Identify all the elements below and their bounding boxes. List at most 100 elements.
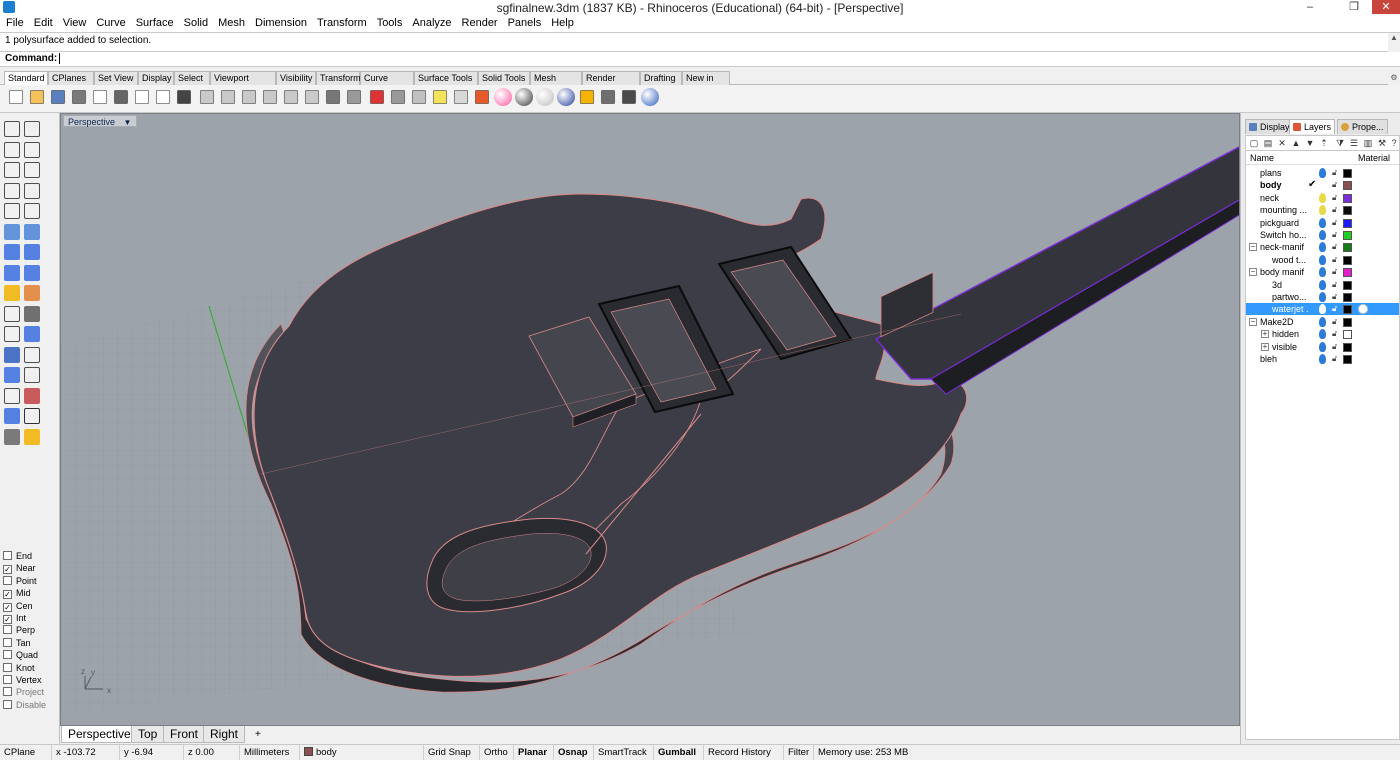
layer-name[interactable]: 3d — [1272, 279, 1308, 291]
visibility-bulb-icon[interactable] — [1319, 316, 1326, 327]
cut-icon[interactable] — [113, 89, 129, 105]
viewport-tab-front[interactable]: Front — [163, 726, 206, 743]
menu-transform[interactable]: Transform — [311, 16, 371, 29]
array-icon[interactable] — [4, 387, 20, 404]
layer-row[interactable]: waterjet ... 🔓︎ — [1246, 303, 1399, 316]
zoom-selected-icon[interactable] — [304, 89, 320, 105]
help-icon[interactable]: ? — [1389, 138, 1399, 148]
visibility-bulb-icon[interactable] — [1319, 254, 1326, 265]
text-icon[interactable] — [4, 346, 20, 363]
tools-icon[interactable]: ⚒ — [1377, 138, 1387, 148]
menu-solid[interactable]: Solid — [178, 16, 212, 29]
minimize-button[interactable]: – — [1296, 0, 1324, 14]
osnap-tan[interactable]: Tan — [3, 637, 31, 650]
collapse-icon[interactable]: − — [1249, 268, 1257, 277]
select-icon[interactable] — [390, 89, 406, 105]
menu-surface[interactable]: Surface — [130, 16, 178, 29]
osnap-checkbox[interactable] — [3, 687, 12, 697]
panel-tab-layers[interactable]: Layers — [1289, 119, 1336, 134]
new-file-icon[interactable] — [8, 89, 24, 105]
import-icon[interactable] — [92, 89, 108, 105]
layer-color-swatch[interactable] — [1343, 342, 1352, 352]
visibility-bulb-icon[interactable] — [1319, 279, 1326, 290]
layer-name[interactable]: wood t... — [1272, 254, 1308, 266]
block-icon[interactable] — [4, 408, 20, 424]
visibility-bulb-icon[interactable] — [1319, 205, 1326, 216]
filter-toggle[interactable]: Filter — [784, 745, 814, 760]
record-history-toggle[interactable]: Record History — [704, 745, 784, 760]
toolbar-tab-select[interactable]: Select — [174, 71, 210, 85]
menu-analyze[interactable]: Analyze — [406, 16, 455, 29]
layer-color-swatch[interactable] — [1343, 330, 1352, 340]
osnap-near[interactable]: ✓ Near — [3, 563, 36, 575]
boolean-icon[interactable] — [24, 285, 40, 301]
layer-color-swatch[interactable] — [1343, 206, 1352, 216]
menu-panels[interactable]: Panels — [502, 16, 546, 29]
dimension-icon[interactable] — [24, 346, 40, 363]
layer-name[interactable]: neck-manif — [1260, 241, 1308, 253]
viewport-title[interactable]: Perspective ▼ — [63, 115, 138, 127]
layer-color-swatch[interactable] — [1343, 293, 1352, 302]
menu-view[interactable]: View — [57, 16, 91, 29]
extrude-icon[interactable] — [4, 264, 20, 281]
circle-icon[interactable] — [4, 162, 20, 178]
visibility-bulb-icon[interactable] — [1319, 329, 1326, 340]
toolbar-tab-visibility[interactable]: Visibility — [276, 71, 316, 85]
layer-color-swatch[interactable] — [1343, 355, 1352, 364]
panel-tab-prope[interactable]: Prope... — [1337, 119, 1388, 134]
car-icon[interactable] — [369, 89, 385, 105]
smarttrack-toggle[interactable]: SmartTrack — [594, 745, 654, 760]
copy-icon[interactable] — [134, 89, 150, 105]
layer-row[interactable]: bleh 🔓︎ — [1246, 353, 1399, 365]
toolbar-tab-display[interactable]: Display — [138, 71, 174, 85]
layer-row[interactable]: + hidden 🔓︎ — [1246, 328, 1399, 340]
lock-icon[interactable]: 🔓︎ — [1332, 329, 1340, 339]
lock-icon[interactable]: 🔓︎ — [1332, 180, 1340, 190]
render-icon[interactable] — [24, 428, 40, 445]
layer-color-swatch[interactable] — [1343, 193, 1352, 203]
save-icon[interactable] — [50, 89, 66, 105]
osnap-checkbox[interactable] — [3, 675, 12, 684]
layer-color-swatch[interactable] — [1343, 280, 1352, 290]
lock-icon[interactable]: 🔓︎ — [1332, 267, 1340, 277]
visibility-bulb-icon[interactable] — [1319, 354, 1326, 364]
move-down-icon[interactable]: ▼ — [1305, 138, 1315, 148]
select-arrow-icon[interactable] — [4, 121, 20, 137]
paste-icon[interactable] — [155, 89, 171, 105]
viewport-tab-top[interactable]: Top — [131, 726, 165, 743]
layer-row[interactable]: − Make2D 🔓︎ — [1246, 316, 1399, 328]
layer-name[interactable]: visible — [1272, 341, 1308, 353]
gumball-icon[interactable] — [600, 89, 616, 105]
explode-icon[interactable] — [4, 285, 20, 301]
layer-name[interactable]: mounting ... — [1260, 204, 1308, 216]
panel-tab-display[interactable]: Display — [1245, 119, 1294, 134]
menu-render[interactable]: Render — [456, 16, 502, 29]
layer-row[interactable]: Switch ho... 🔓︎ — [1246, 229, 1399, 241]
move-up-icon[interactable]: ▲ — [1291, 138, 1301, 148]
close-button[interactable]: ✕ — [1372, 0, 1400, 14]
lock-icon[interactable]: 🔓︎ — [1332, 218, 1340, 228]
polyline-icon[interactable] — [4, 141, 20, 158]
osnap-cen[interactable]: ✓ Cen — [3, 601, 33, 613]
layer-name[interactable]: Switch ho... — [1260, 229, 1308, 241]
toolbar-tab-surface-tools[interactable]: Surface Tools — [414, 71, 478, 85]
visibility-bulb-icon[interactable] — [1319, 230, 1326, 240]
grid-icon[interactable] — [621, 89, 637, 105]
osnap-perp[interactable]: Perp — [3, 625, 35, 637]
visibility-bulb-icon[interactable] — [1319, 242, 1326, 253]
surface-patch-icon[interactable] — [24, 223, 40, 240]
lock-icon[interactable]: 🔓︎ — [1332, 242, 1340, 252]
viewport-menu-icon[interactable]: ▼ — [124, 118, 132, 127]
collapse-icon[interactable]: − — [1249, 243, 1257, 252]
lock-icon[interactable]: 🔓︎ — [1332, 280, 1340, 290]
layer-name[interactable]: body — [1260, 179, 1308, 191]
zoom-extents-icon[interactable] — [283, 89, 299, 105]
undo-view-icon[interactable] — [325, 89, 341, 105]
osnap-checkbox[interactable] — [3, 699, 12, 709]
gear-icon[interactable]: ⚙ — [1388, 71, 1400, 85]
layer-color-swatch[interactable] — [1343, 243, 1352, 253]
layer-name[interactable]: neck — [1260, 192, 1308, 204]
osnap-knot[interactable]: Knot — [3, 662, 35, 675]
toolbar-tab-new-in-v5[interactable]: New in V5 — [682, 71, 730, 94]
osnap-checkbox[interactable] — [3, 650, 12, 660]
